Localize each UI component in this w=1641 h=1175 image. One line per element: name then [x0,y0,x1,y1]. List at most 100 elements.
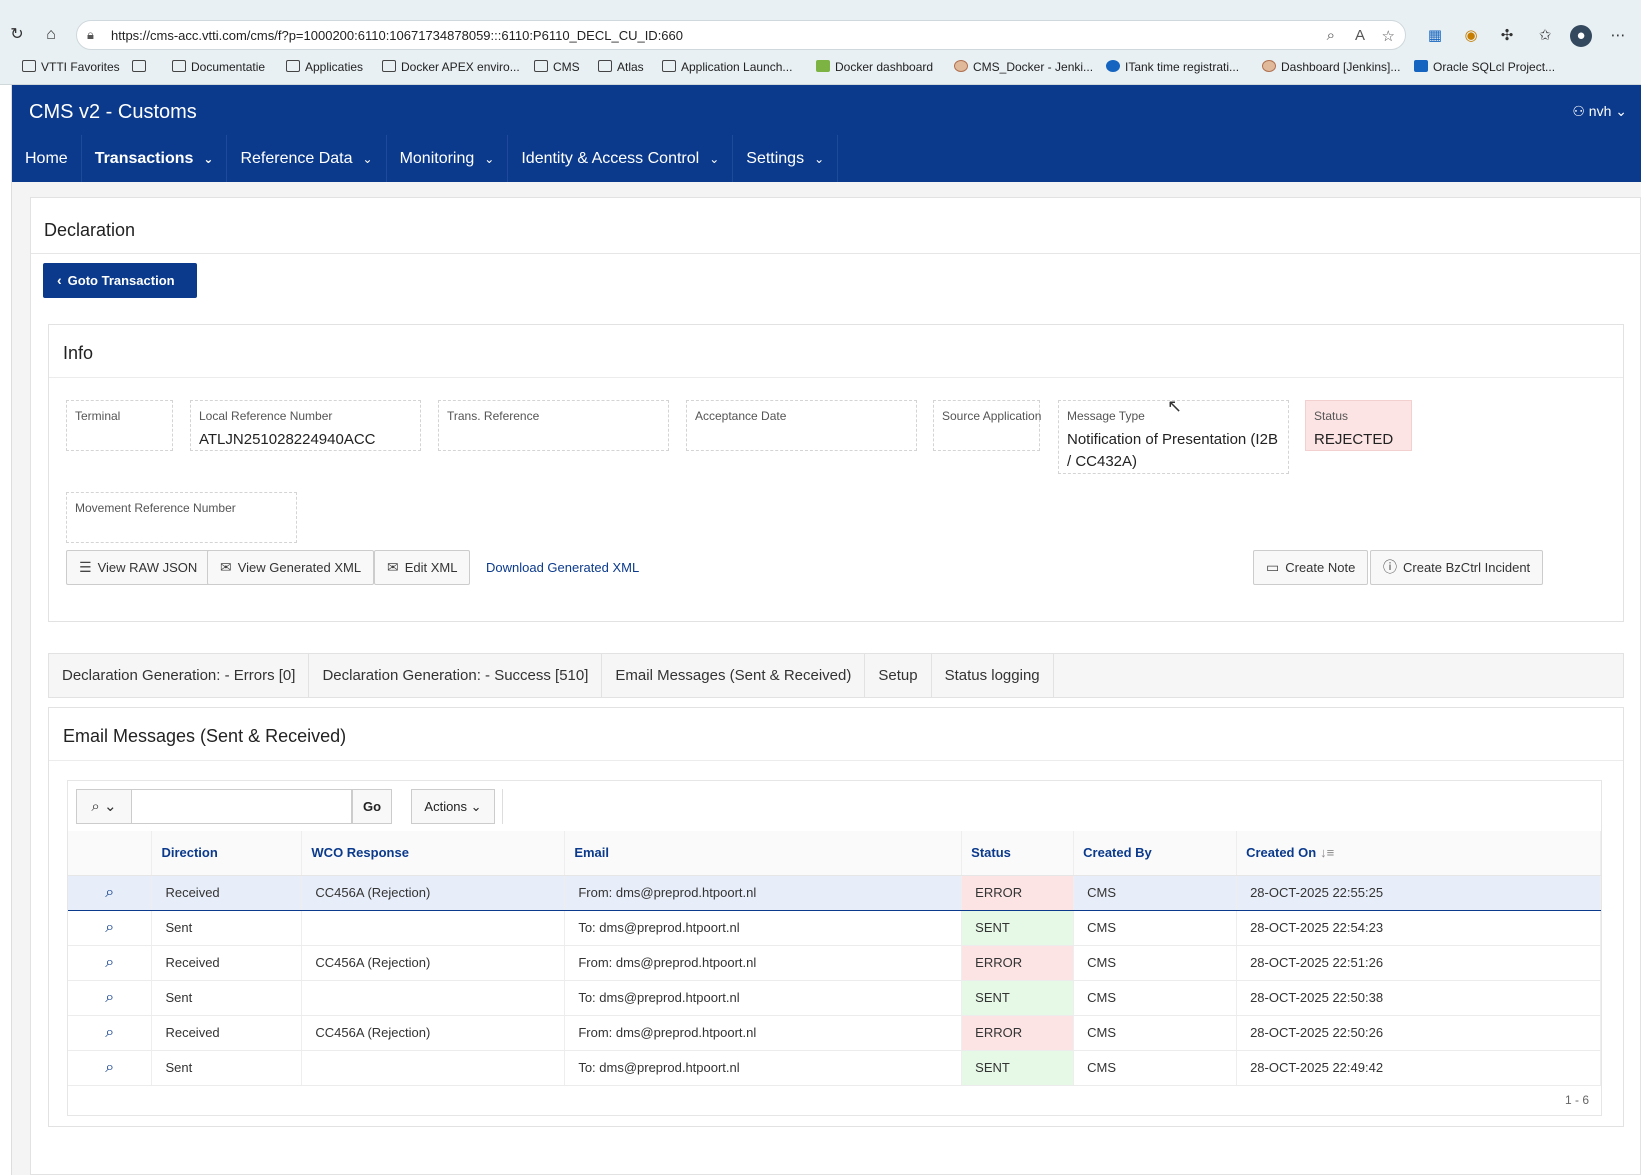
bookmark-cms[interactable]: CMS [534,60,580,74]
email-messages-table: Direction WCO Response Email Status Crea… [68,831,1601,1086]
column-header-direction[interactable]: Direction [151,831,303,876]
address-bar[interactable]: 🔒︎ https://cms-acc.vtti.com/cms/f?p=1000… [76,20,1406,50]
declaration-region: Declaration ‹ Goto Transaction Info Termi… [30,197,1641,1175]
docker-icon [816,60,830,72]
tab-generation-success[interactable]: Declaration Generation: - Success [510] [309,654,603,697]
table-row[interactable]: ⌕ Received CC456A (Rejection) From: dms@… [68,875,1601,911]
profile-avatar[interactable]: ● [1570,25,1592,47]
view-generated-xml-button[interactable]: ✉ View Generated XML [207,550,375,585]
bookmark-docker-dashboard[interactable]: Docker dashboard [816,60,933,74]
menu-identity-access[interactable]: Identity & Access Control ⌄ [508,135,734,182]
folder-icon [172,60,186,72]
bookmark-itank[interactable]: ITank time registrati... [1106,60,1239,74]
search-column-selector[interactable]: ⌕ ⌄ [76,789,132,824]
table-row[interactable]: ⌕ Received CC456A (Rejection) From: dms@… [68,945,1601,981]
view-row-icon[interactable]: ⌕ [68,980,153,1016]
field-movement-reference-number: Movement Reference Number [66,492,297,543]
table-row[interactable]: ⌕ Sent To: dms@preprod.htpoort.nl SENT C… [68,980,1601,1016]
download-generated-xml-link[interactable]: Download Generated XML [486,560,639,575]
view-row-icon[interactable]: ⌕ [68,945,153,981]
jenkins-icon [954,60,968,72]
tab-email-messages[interactable]: Email Messages (Sent & Received) [602,654,866,697]
go-button[interactable]: Go [352,789,392,824]
table-row[interactable]: ⌕ Sent To: dms@preprod.htpoort.nl SENT C… [68,1050,1601,1086]
bookmark-docker-apex[interactable]: Docker APEX enviro... [382,60,520,74]
status-badge: SENT [961,910,1075,946]
card-icon [132,60,146,72]
bookmark-application-launch[interactable]: Application Launch... [662,60,792,74]
tab-setup[interactable]: Setup [865,654,932,697]
edit-xml-button[interactable]: ✉ Edit XML [374,550,471,585]
favorites-icon[interactable]: ✩ [1534,25,1556,47]
puzzle-icon[interactable]: ✣ [1496,25,1518,47]
browser-toolbar: ↻ ⌂ 🔒︎ https://cms-acc.vtti.com/cms/f?p=… [0,0,1641,85]
folder-icon [286,60,300,72]
status-badge: ERROR [961,945,1075,981]
tab-status-logging[interactable]: Status logging [932,654,1054,697]
app-icon [662,60,676,72]
favorite-star-icon[interactable]: ☆ [1382,27,1395,45]
actions-button[interactable]: Actions ⌄ [411,789,495,824]
divider [49,377,1623,378]
list-icon: ☰ [79,559,92,575]
folder-icon [382,60,396,72]
view-raw-json-button[interactable]: ☰ View RAW JSON [66,550,211,585]
bookmark-vtti-favorites[interactable]: VTTI Favorites [22,60,120,74]
bookmark-oracle-sqlcl[interactable]: Oracle SQLcl Project... [1414,60,1555,74]
home-icon[interactable]: ⌂ [40,24,62,46]
chevron-left-icon: ‹ [57,272,62,288]
view-row-icon[interactable]: ⌕ [68,910,153,946]
column-header-status[interactable]: Status [961,831,1075,876]
extension-icon[interactable]: ◉ [1460,25,1482,47]
chevron-down-icon: ⌄ [203,152,214,166]
create-note-button[interactable]: ▭ Create Note [1253,550,1369,585]
more-menu-icon[interactable]: ⋯ [1607,25,1629,47]
bookmark-dashboard-jenkins[interactable]: Dashboard [Jenkins]... [1262,60,1400,74]
menu-monitoring[interactable]: Monitoring ⌄ [387,135,509,182]
search-input[interactable] [132,789,352,824]
goto-transaction-button[interactable]: ‹ Goto Transaction [43,263,197,298]
chevron-down-icon: ⌄ [814,152,825,166]
column-header-wco-response[interactable]: WCO Response [301,831,566,876]
read-aloud-icon[interactable]: A [1355,27,1365,44]
field-source-application: Source Application [933,400,1041,451]
table-header-row: Direction WCO Response Email Status Crea… [68,831,1601,876]
status-badge: ERROR [961,1015,1075,1051]
info-card: Info Terminal Local Reference Number ATL… [48,324,1624,622]
column-header-created-by[interactable]: Created By [1073,831,1238,876]
refresh-icon[interactable]: ↻ [6,24,28,46]
sort-descending-icon: ↓≡ [1320,845,1335,861]
zoom-icon[interactable]: ⌕ [1327,27,1335,44]
column-header-view [68,831,153,876]
view-row-icon[interactable]: ⌕ [68,1015,153,1051]
menu-transactions[interactable]: Transactions ⌄ [82,135,228,182]
view-row-icon[interactable]: ⌕ [68,875,153,911]
field-acceptance-date: Acceptance Date [686,400,917,451]
itank-icon [1106,60,1120,72]
bookmark-documentatie[interactable]: Documentatie [172,60,265,74]
create-bzctrl-incident-button[interactable]: ⓘ Create BzCtrl Incident [1370,550,1544,585]
grid-icon[interactable]: ▦ [1424,25,1446,47]
bookmark-atlas[interactable]: Atlas [598,60,644,74]
view-row-icon[interactable]: ⌕ [68,1050,153,1086]
column-header-created-on[interactable]: Created On ↓≡ [1236,831,1601,876]
tab-generation-errors[interactable]: Declaration Generation: - Errors [0] [49,654,310,697]
jenkins-icon [1262,60,1276,72]
menu-settings[interactable]: Settings ⌄ [733,135,839,182]
divider [31,253,1641,254]
url-text: https://cms-acc.vtti.com/cms/f?p=1000200… [111,28,683,43]
divider [502,789,503,824]
column-header-email[interactable]: Email [564,831,963,876]
app-title[interactable]: CMS v2 - Customs [29,101,197,124]
table-row[interactable]: ⌕ Received CC456A (Rejection) From: dms@… [68,1015,1601,1051]
menu-reference-data[interactable]: Reference Data ⌄ [227,135,387,182]
table-row[interactable]: ⌕ Sent To: dms@preprod.htpoort.nl SENT C… [68,910,1601,946]
status-badge: REJECTED [1314,431,1394,448]
bookmark-applicaties[interactable]: Applicaties [286,60,363,74]
user-menu[interactable]: ⚇ nvh ⌄ [1572,103,1627,120]
mail-edit-icon: ✉ [387,559,399,575]
bookmark-card[interactable] [132,60,151,74]
menu-home[interactable]: Home [12,135,82,182]
bookmark-cms-docker-jenkins[interactable]: CMS_Docker - Jenki... [954,60,1093,74]
main-menu: Home Transactions ⌄ Reference Data ⌄ Monit… [12,135,839,182]
